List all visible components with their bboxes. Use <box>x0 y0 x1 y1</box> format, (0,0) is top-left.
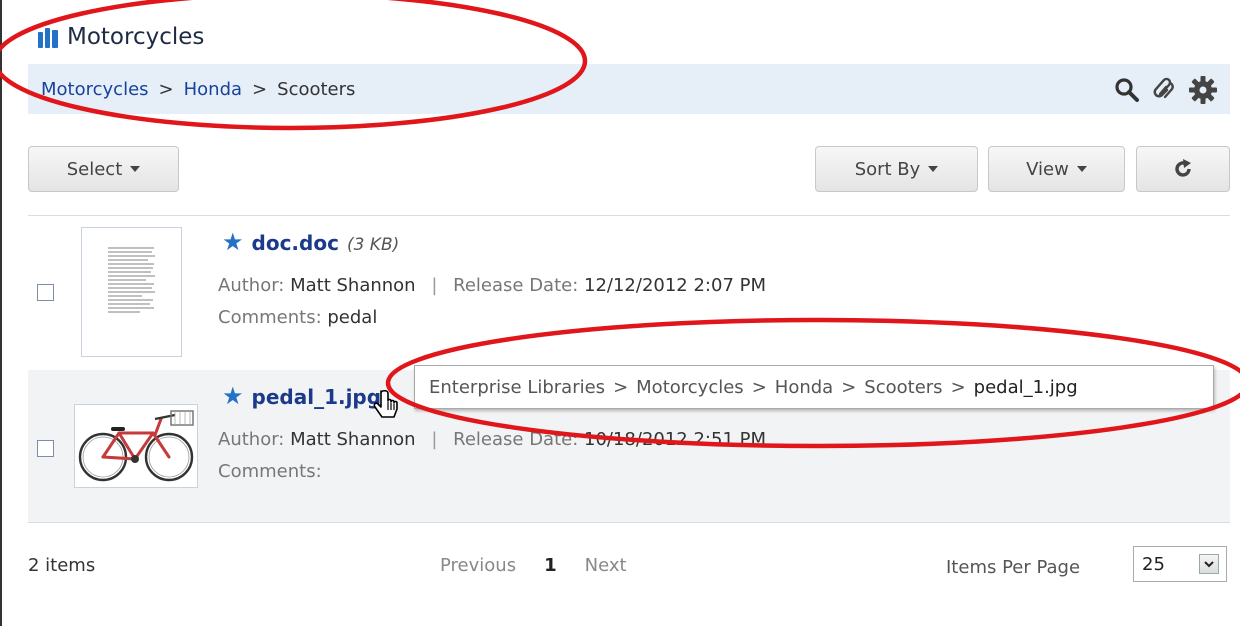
items-per-page-label: Items Per Page <box>946 557 1081 578</box>
tooltip-path-1: Motorcycles <box>636 376 744 398</box>
tooltip-path-0: Enterprise Libraries <box>429 376 606 398</box>
view-button[interactable]: View <box>988 146 1125 192</box>
next-page-link[interactable]: Next <box>585 555 627 576</box>
gear-icon[interactable] <box>1188 75 1218 105</box>
refresh-icon <box>1175 159 1191 177</box>
breadcrumb-separator: > <box>252 78 268 100</box>
search-icon[interactable] <box>1114 77 1140 103</box>
item-comments: Comments: <box>218 461 322 482</box>
release-date-value: 12/12/2012 2:07 PM <box>584 275 767 296</box>
item-size: (3 KB) <box>346 235 400 255</box>
item-name-line: ★ pedal_1.jpg <box>222 382 389 410</box>
breadcrumb-item-scooters: Scooters <box>277 78 356 100</box>
tooltip-path-2: Honda <box>774 376 834 398</box>
path-tooltip: Enterprise Libraries > Motorcycles > Hon… <box>414 365 1214 409</box>
comments-label: Comments: <box>218 307 322 328</box>
page-title-text: Motorcycles <box>67 24 205 50</box>
list-item: ★ doc.doc (3 KB) Author: Matt Shannon | … <box>28 216 1230 370</box>
select-button[interactable]: Select <box>28 146 179 192</box>
chevron-down-icon <box>1076 166 1087 172</box>
items-per-page-select[interactable]: 25 <box>1133 546 1227 582</box>
breadcrumb-item-motorcycles[interactable]: Motorcycles <box>41 79 149 100</box>
item-comments: Comments: pedal <box>218 307 377 328</box>
author-value: Matt Shannon <box>290 429 416 450</box>
tooltip-separator: > <box>950 376 966 398</box>
breadcrumb-item-honda[interactable]: Honda <box>184 79 242 100</box>
release-date-label: Release Date: <box>453 429 579 450</box>
list-bottom-divider <box>28 522 1230 523</box>
author-label: Author: <box>218 429 285 450</box>
author-value: Matt Shannon <box>290 275 416 296</box>
item-name-line: ★ doc.doc (3 KB) <box>222 228 399 256</box>
star-icon[interactable]: ★ <box>222 382 244 410</box>
chevron-down-icon <box>928 166 939 172</box>
sort-by-button-label: Sort By <box>854 158 921 180</box>
current-page[interactable]: 1 <box>544 555 557 576</box>
refresh-button[interactable] <box>1136 146 1230 192</box>
item-count: 2 items <box>28 555 96 576</box>
select-button-label: Select <box>66 158 123 180</box>
document-thumbnail-lines <box>108 247 155 313</box>
document-thumbnail[interactable] <box>81 227 182 357</box>
link-icon[interactable] <box>1150 76 1178 104</box>
release-date-value: 10/18/2012 2:51 PM <box>584 429 767 450</box>
tooltip-separator: > <box>613 376 629 398</box>
bicycle-thumbnail[interactable] <box>74 404 198 488</box>
author-label: Author: <box>218 275 285 296</box>
item-name-link[interactable]: pedal_1.jpg <box>252 385 382 409</box>
view-button-label: View <box>1026 158 1069 180</box>
items-per-page-value: 25 <box>1142 553 1165 575</box>
meta-separator: | <box>431 275 438 296</box>
breadcrumb-actions <box>1114 75 1218 105</box>
tooltip-path-4: pedal_1.jpg <box>973 376 1078 398</box>
comments-value: pedal <box>327 307 378 328</box>
tooltip-path-3: Scooters <box>864 376 943 398</box>
chevron-down-icon <box>130 166 141 172</box>
tooltip-separator: > <box>841 376 857 398</box>
item-checkbox[interactable] <box>37 440 54 457</box>
item-meta: Author: Matt Shannon | Release Date: 12/… <box>218 275 766 296</box>
hand-pointer-cursor <box>373 389 398 418</box>
bicycle-image <box>78 410 194 482</box>
library-books-icon <box>38 26 58 48</box>
tooltip-separator: > <box>751 376 767 398</box>
sort-by-button[interactable]: Sort By <box>815 146 978 192</box>
breadcrumb-bar: Motorcycles > Honda > Scooters <box>28 64 1230 114</box>
release-date-label: Release Date: <box>453 275 579 296</box>
chevron-down-icon[interactable] <box>1199 554 1219 574</box>
item-name-link[interactable]: doc.doc <box>252 231 339 255</box>
breadcrumb-separator: > <box>158 78 174 100</box>
item-checkbox[interactable] <box>37 284 54 301</box>
page-title: Motorcycles <box>38 24 204 50</box>
breadcrumb: Motorcycles > Honda > Scooters <box>41 79 355 100</box>
previous-page-link[interactable]: Previous <box>440 555 516 576</box>
comments-label: Comments: <box>218 461 322 482</box>
pagination: Previous 1 Next <box>440 555 627 576</box>
window-border <box>0 0 2 626</box>
meta-separator: | <box>431 429 438 450</box>
star-icon[interactable]: ★ <box>222 228 244 256</box>
item-meta: Author: Matt Shannon | Release Date: 10/… <box>218 429 766 450</box>
